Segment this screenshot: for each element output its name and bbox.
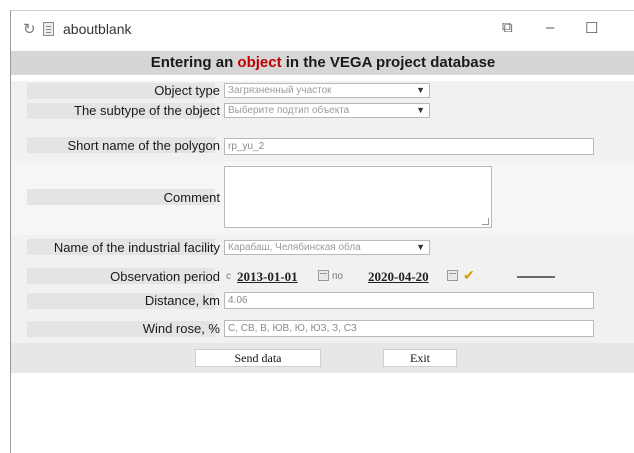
calendar-icon[interactable] (447, 270, 458, 281)
distance-label: Distance, km (144, 293, 220, 308)
send-data-button[interactable]: Send data (195, 349, 321, 367)
browser-window: ↻ aboutblank ⧉ – ☐ Entering an object in… (10, 10, 634, 453)
object-type-value: Загрязненный участок (228, 85, 332, 96)
wind-rose-input[interactable]: С, СВ, В, ЮВ, Ю, ЮЗ, З, СЗ (224, 320, 594, 337)
row-subtype: The subtype of the object Выберите подти… (11, 101, 634, 121)
comment-label: Comment (163, 190, 220, 205)
distance-input[interactable]: 4.06 (224, 292, 594, 309)
period-from-prefix: с (226, 271, 231, 282)
period-to-date[interactable]: 2020-04-20 (368, 269, 429, 285)
header-highlight: object (237, 54, 282, 71)
row-wind-rose: Wind rose, % С, СВ, В, ЮВ, Ю, ЮЗ, З, СЗ (11, 315, 634, 343)
wind-rose-label: Wind rose, % (142, 321, 220, 336)
file-icon (43, 22, 54, 36)
subtype-value: Выберите подтип объекта (228, 105, 350, 116)
short-name-input[interactable]: rp_yu_2 (224, 138, 594, 155)
calendar-icon[interactable] (318, 270, 329, 281)
dropdown-arrow-icon: ▼ (416, 242, 425, 252)
checkmark-icon[interactable]: ✔ (463, 267, 475, 284)
distance-value: 4.06 (228, 295, 248, 306)
facility-select[interactable]: Карабаш, Челябинская обла ▼ (224, 240, 430, 255)
row-short-name: Short name of the polygon rp_yu_2 (11, 121, 634, 161)
short-name-label: Short name of the polygon (67, 138, 221, 153)
object-type-select[interactable]: Загрязненный участок ▼ (224, 83, 430, 98)
dropdown-arrow-icon: ▼ (416, 105, 425, 115)
period-to-prefix: по (332, 271, 343, 282)
facility-value: Карабаш, Челябинская обла (228, 242, 361, 253)
row-buttons (11, 343, 634, 373)
object-type-label: Object type (154, 83, 220, 98)
window-title: aboutblank (63, 21, 132, 37)
comment-textarea[interactable] (224, 166, 492, 228)
form-header: Entering an object in the VEGA project d… (11, 51, 634, 75)
subtype-select[interactable]: Выберите подтип объекта ▼ (224, 103, 430, 118)
observation-period-label: Observation period (110, 269, 220, 284)
reload-icon[interactable]: ↻ (23, 20, 36, 38)
minimize-icon[interactable]: – (546, 19, 554, 36)
row-facility: Name of the industrial facility Карабаш,… (11, 235, 634, 259)
divider-line (517, 276, 555, 278)
header-prefix: Entering an (150, 54, 238, 71)
facility-label: Name of the industrial facility (53, 240, 220, 255)
exit-button[interactable]: Exit (383, 349, 457, 367)
row-object-type: Object type Загрязненный участок ▼ (11, 81, 634, 101)
title-bar: ↻ aboutblank ⧉ – ☐ (11, 11, 634, 49)
row-distance: Distance, km 4.06 (11, 289, 634, 315)
dropdown-arrow-icon: ▼ (416, 85, 425, 95)
period-from-date[interactable]: 2013-01-01 (237, 269, 298, 285)
subtype-label: The subtype of the object (74, 103, 220, 118)
maximize-icon[interactable]: ☐ (585, 19, 598, 37)
short-name-value: rp_yu_2 (228, 141, 265, 152)
header-suffix: in the VEGA project database (281, 54, 496, 71)
snap-icon[interactable]: ⧉ (502, 19, 513, 36)
wind-rose-placeholder: С, СВ, В, ЮВ, Ю, ЮЗ, З, СЗ (228, 323, 357, 334)
